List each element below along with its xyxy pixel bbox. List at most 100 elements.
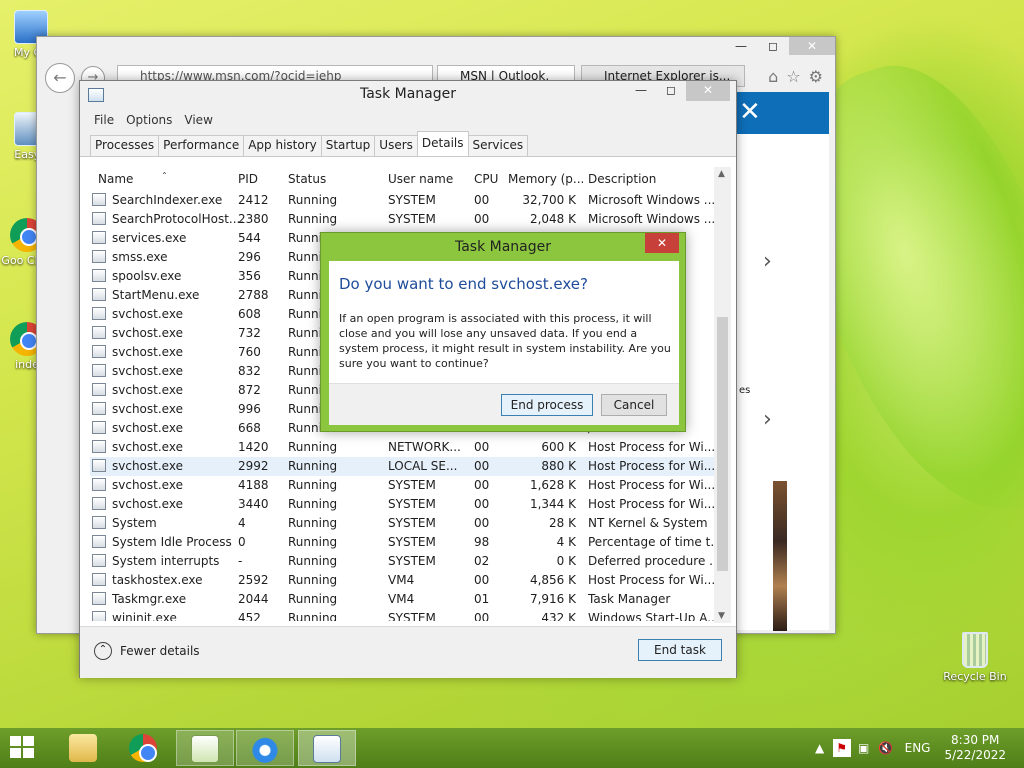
maximize-button[interactable]: ◻ <box>656 81 686 101</box>
chevron-right-icon[interactable]: › <box>763 407 772 432</box>
close-button[interactable]: ✕ <box>789 37 835 55</box>
process-name: System Idle Process <box>112 535 232 549</box>
process-pid: 2788 <box>238 288 269 302</box>
taskbar-notepad-app[interactable] <box>176 730 234 766</box>
process-pid: 296 <box>238 250 261 264</box>
process-pid: 2592 <box>238 573 269 587</box>
process-name: spoolsv.exe <box>112 269 182 283</box>
process-name: StartMenu.exe <box>112 288 200 302</box>
process-pid: 832 <box>238 364 261 378</box>
task-manager-titlebar[interactable]: Task Manager — ◻ ✕ <box>80 81 736 109</box>
taskbar-chrome[interactable] <box>114 730 172 766</box>
column-name[interactable]: Name <box>98 172 133 186</box>
tab-app-history[interactable]: App history <box>243 135 322 156</box>
close-button[interactable]: ✕ <box>686 81 730 101</box>
tab-performance[interactable]: Performance <box>158 135 245 156</box>
scroll-up-arrow-icon[interactable]: ▲ <box>718 169 725 179</box>
table-row[interactable]: wininit.exe 452 Running SYSTEM 00 432 K Window… <box>90 609 714 621</box>
table-row[interactable]: svchost.exe 2992 Running LOCAL SE... 00 880 K… <box>90 457 714 476</box>
ie-window-controls: — ◻ ✕ <box>725 37 835 55</box>
maximize-button[interactable]: ◻ <box>757 37 789 55</box>
taskbar-task-manager[interactable] <box>298 730 356 766</box>
tab-processes[interactable]: Processes <box>90 135 160 156</box>
process-icon <box>92 269 106 282</box>
internet-explorer-icon <box>251 735 279 763</box>
table-row[interactable]: System interrupts - Running SYSTEM 02 0 K Defe… <box>90 552 714 571</box>
dialog-close-button[interactable]: ✕ <box>645 233 679 253</box>
taskbar-clock[interactable]: 8:30 PM 5/22/2022 <box>944 733 1006 763</box>
process-cpu: 01 <box>474 592 490 606</box>
taskbar-internet-explorer[interactable] <box>236 730 294 766</box>
table-row[interactable]: svchost.exe 3440 Running SYSTEM 00 1,344 K Hos… <box>90 495 714 514</box>
column-status[interactable]: Status <box>288 172 326 186</box>
process-status: Running <box>288 440 338 454</box>
table-row[interactable]: System Idle Process 0 Running SYSTEM 98 4 K Pe… <box>90 533 714 552</box>
table-row[interactable]: System 4 Running SYSTEM 00 28 K NT Kernel & Sy… <box>90 514 714 533</box>
menu-options[interactable]: Options <box>122 109 176 131</box>
process-icon <box>92 250 106 263</box>
process-name: svchost.exe <box>112 421 183 435</box>
minimize-button[interactable]: — <box>626 81 656 101</box>
process-cpu: 00 <box>474 497 490 511</box>
process-description: Percentage of time t... <box>588 535 714 549</box>
dialog-button-bar: End process Cancel <box>329 383 679 425</box>
process-memory: 4 K <box>556 535 576 549</box>
column-pid[interactable]: PID <box>238 172 258 186</box>
chevron-right-icon[interactable]: › <box>763 249 772 274</box>
taskbar-file-explorer[interactable] <box>54 730 112 766</box>
page-fragment-text: es <box>739 385 751 396</box>
column-memory[interactable]: Memory (p... <box>508 172 584 186</box>
start-button[interactable] <box>10 736 36 760</box>
column-description[interactable]: Description <box>588 172 656 186</box>
process-memory: 432 K <box>541 611 576 621</box>
cancel-button[interactable]: Cancel <box>601 394 667 416</box>
recycle-bin[interactable]: Recycle Bin <box>940 632 1010 683</box>
end-task-button[interactable]: End task <box>638 639 722 661</box>
table-row[interactable]: SearchIndexer.exe 2412 Running SYSTEM 00 32,7… <box>90 191 714 210</box>
process-status: Running <box>288 611 338 621</box>
table-row[interactable]: svchost.exe 4188 Running SYSTEM 00 1,628 K Hos… <box>90 476 714 495</box>
volume-muted-icon[interactable]: 🔇 <box>877 739 895 757</box>
tab-services[interactable]: Services <box>467 135 529 156</box>
home-icon[interactable]: ⌂ <box>768 67 778 86</box>
end-process-dialog[interactable]: Task Manager ✕ Do you want to end svchos… <box>320 232 686 432</box>
scroll-down-arrow-icon[interactable]: ▼ <box>718 611 725 621</box>
table-row[interactable]: Taskmgr.exe 2044 Running VM4 01 7,916 K Task M… <box>90 590 714 609</box>
menu-file[interactable]: File <box>90 109 118 131</box>
recycle-bin-label: Recycle Bin <box>943 670 1007 683</box>
network-icon[interactable]: ▣ <box>855 739 873 757</box>
process-name: svchost.exe <box>112 402 183 416</box>
recycle-bin-icon <box>962 632 988 668</box>
table-row[interactable]: taskhostex.exe 2592 Running VM4 00 4,856 K Hos… <box>90 571 714 590</box>
show-hidden-icons-icon[interactable]: ▲ <box>811 739 829 757</box>
process-name: svchost.exe <box>112 326 183 340</box>
fewer-details-button[interactable]: ⌃ Fewer details <box>94 642 200 660</box>
process-memory: 1,344 K <box>529 497 576 511</box>
table-row[interactable]: SearchProtocolHost.... 2380 Running SYSTEM 0… <box>90 210 714 229</box>
task-manager-footer: ⌃ Fewer details End task <box>80 626 736 678</box>
favorites-star-icon[interactable]: ☆ <box>786 67 800 86</box>
settings-gear-icon[interactable]: ⚙ <box>809 67 823 86</box>
process-icon <box>92 345 106 358</box>
end-process-button[interactable]: End process <box>501 394 593 416</box>
process-name: services.exe <box>112 231 187 245</box>
menu-bar: File Options View <box>80 109 736 131</box>
column-user-name[interactable]: User name <box>388 172 453 186</box>
table-row[interactable]: svchost.exe 1420 Running NETWORK... 00 600 K H… <box>90 438 714 457</box>
minimize-button[interactable]: — <box>725 37 757 55</box>
input-language[interactable]: ENG <box>905 741 931 755</box>
back-button[interactable]: ← <box>45 63 75 93</box>
tab-startup[interactable]: Startup <box>320 135 376 156</box>
tab-users[interactable]: Users <box>374 135 418 156</box>
scrollbar-thumb[interactable] <box>717 317 728 571</box>
process-user: VM4 <box>388 573 415 587</box>
msn-header-bar: ✕ <box>737 92 829 134</box>
tab-details[interactable]: Details <box>416 131 469 156</box>
process-pid: 760 <box>238 345 261 359</box>
close-x-icon[interactable]: ✕ <box>739 97 761 127</box>
menu-view[interactable]: View <box>180 109 216 131</box>
vertical-scrollbar[interactable]: ▲ ▼ <box>714 167 731 623</box>
action-center-flag-icon[interactable]: ⚑ <box>832 739 851 757</box>
process-user: SYSTEM <box>388 516 436 530</box>
column-cpu[interactable]: CPU <box>474 172 498 186</box>
